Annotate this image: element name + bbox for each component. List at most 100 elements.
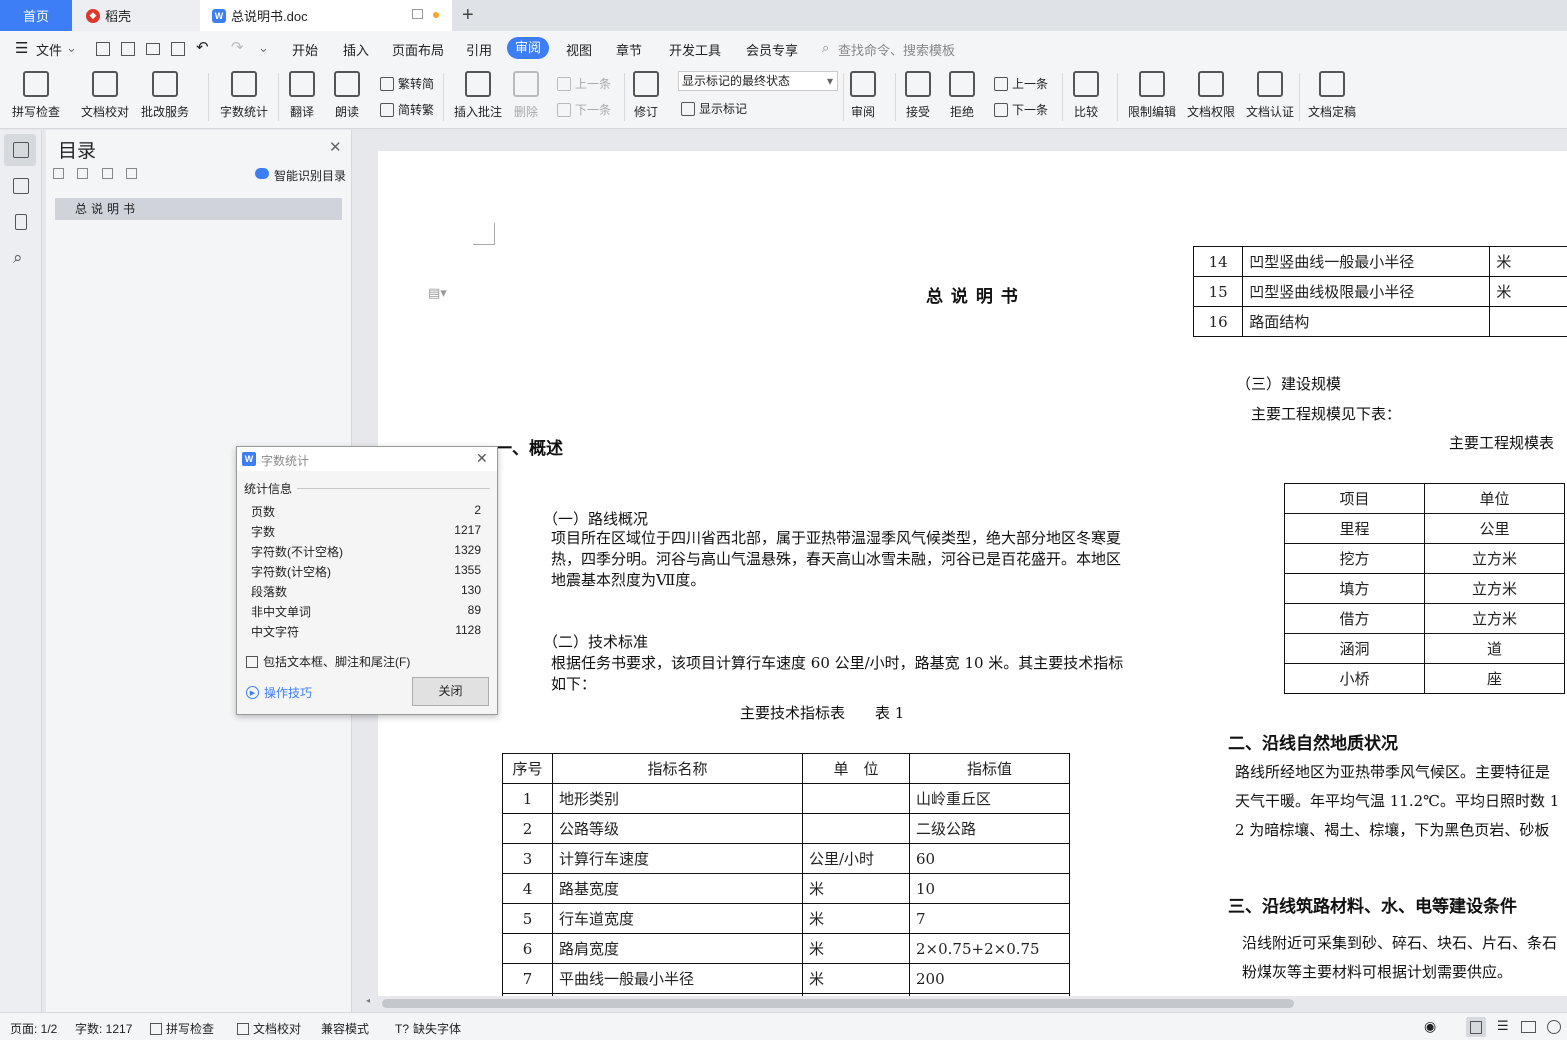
restrict-edit-button[interactable]: 限制编辑 — [1128, 71, 1176, 120]
toc-item[interactable]: 总说明书 — [55, 198, 342, 220]
collapse-all-icon[interactable] — [53, 168, 64, 179]
tips-link[interactable]: ▶ 操作技巧 — [246, 684, 312, 701]
tab-document[interactable]: W 总说明书.doc — [200, 0, 452, 31]
table-cell: 挖方 — [1284, 543, 1425, 574]
tab-daoke[interactable]: ◆ 稻壳 — [72, 0, 200, 31]
menu-view[interactable]: 视图 — [566, 40, 592, 59]
dialog-title-bar[interactable]: W 字数统计 ✕ — [237, 447, 497, 471]
ribbon-divider — [895, 73, 896, 121]
insert-comment-button[interactable]: 插入批注 — [454, 71, 502, 120]
menu-page-layout[interactable]: 页面布局 — [392, 40, 444, 59]
word-count-indicator[interactable]: 字数: 1217 — [75, 1020, 132, 1037]
table-header-cell: 项目 — [1284, 483, 1425, 514]
bookmark-icon[interactable] — [15, 214, 27, 230]
doc-permission-button[interactable]: 文档权限 — [1187, 71, 1235, 120]
search-icon[interactable]: ⌕ — [13, 248, 23, 268]
word-count-button[interactable]: 字数统计 — [220, 71, 268, 120]
review-pane-button[interactable]: 审阅 — [850, 71, 876, 120]
menu-dev-tools[interactable]: 开发工具 — [669, 40, 721, 59]
next-comment-label: 下一条 — [575, 103, 612, 117]
close-icon[interactable]: ✕ — [329, 138, 342, 156]
document-area[interactable]: ▤▾ 总 说 明 书 一、概述 （一）路线概况 项目所在区域位于四川省西北部，属… — [378, 130, 1567, 996]
hamburger-icon[interactable]: ☰ — [15, 39, 28, 57]
undo-icon[interactable]: ↶ — [196, 38, 209, 56]
reject-button[interactable]: 拒绝 — [949, 71, 975, 120]
to-traditional-button[interactable]: 繁转简 — [380, 75, 434, 92]
table-cell: 立方米 — [1424, 603, 1565, 634]
table-row: 16 路面结构 — [1192, 306, 1567, 337]
scroll-left-icon[interactable]: ◂ — [366, 996, 370, 1005]
shield-icon — [1257, 71, 1283, 97]
web-view-icon[interactable] — [1547, 1020, 1561, 1034]
translate-button[interactable]: 翻译 — [289, 71, 315, 120]
menu-review[interactable]: 审阅 — [507, 37, 549, 59]
menu-start[interactable]: 开始 — [292, 40, 318, 59]
menu-reference[interactable]: 引用 — [466, 40, 492, 59]
command-search-input[interactable]: 查找命令、搜索模板 — [838, 40, 955, 59]
compare-button[interactable]: 比较 — [1073, 71, 1099, 120]
insert-comment-icon — [465, 71, 491, 97]
menu-member[interactable]: 会员专享 — [746, 40, 798, 59]
redo-icon[interactable]: ↷ — [231, 38, 244, 56]
prev-change-button[interactable]: 上一条 — [994, 75, 1048, 92]
batch-service-button[interactable]: 批改服务 — [141, 71, 189, 120]
read-view-icon[interactable] — [1521, 1021, 1536, 1033]
doc-proof-status: 文档校对 — [253, 1022, 302, 1036]
export-icon[interactable] — [121, 42, 135, 56]
to-simplified-button[interactable]: 简转繁 — [380, 101, 434, 118]
accept-button[interactable]: 接受 — [905, 71, 931, 120]
remove-level-icon[interactable] — [126, 168, 137, 179]
page-view-icon[interactable] — [1470, 1021, 1482, 1034]
doc-cert-button[interactable]: 文档认证 — [1246, 71, 1294, 120]
new-tab-button[interactable]: + — [462, 0, 482, 31]
toc-icon[interactable] — [13, 142, 29, 158]
markup-state-select[interactable]: 显示标记的最终状态 ▾ — [678, 71, 838, 91]
print-preview-icon[interactable] — [171, 42, 185, 56]
smart-toc-button[interactable]: 智能识别目录 — [274, 167, 346, 184]
table-cell: 二级公路 — [909, 813, 1070, 844]
search-icon: ⌕ — [822, 40, 830, 55]
read-aloud-button[interactable]: 朗读 — [334, 71, 360, 120]
monitor-icon[interactable] — [412, 9, 423, 19]
document-page[interactable]: ▤▾ 总 说 明 书 一、概述 （一）路线概况 项目所在区域位于四川省西北部，属… — [378, 151, 1567, 996]
save-icon[interactable] — [96, 42, 110, 56]
missing-font-button[interactable]: T? 缺失字体 — [395, 1020, 461, 1037]
table-cell: 公里 — [1424, 513, 1565, 544]
paragraph-icon[interactable]: ▤▾ — [428, 285, 447, 301]
expand-up-icon[interactable] — [77, 168, 88, 179]
convert-icon — [380, 102, 394, 117]
table-cell: 路肩宽度 — [552, 933, 803, 964]
tab-home[interactable]: 首页 — [0, 0, 72, 31]
page-indicator[interactable]: 页面: 1/2 — [10, 1020, 57, 1037]
eye-icon[interactable]: ◉ — [1424, 1018, 1436, 1035]
doc-final-button[interactable]: 文档定稿 — [1308, 71, 1356, 120]
track-changes-button[interactable]: 修订 — [633, 71, 659, 120]
spell-check-toggle[interactable]: 拼写检查 — [150, 1020, 214, 1037]
outline-view-icon[interactable]: ☰ — [1497, 1018, 1509, 1034]
next-change-button[interactable]: 下一条 — [994, 101, 1048, 118]
close-icon[interactable]: ✕ — [476, 450, 488, 467]
delete-comment-button[interactable]: 删除 — [513, 71, 539, 120]
horizontal-scrollbar[interactable] — [378, 996, 1567, 1012]
menu-section[interactable]: 章节 — [616, 40, 642, 59]
section-standard-title: （二）技术标准 — [543, 633, 649, 651]
include-textbox-checkbox[interactable]: 包括文本框、脚注和尾注(F) — [246, 653, 410, 670]
menu-file[interactable]: 文件 — [36, 40, 62, 59]
table-cell: 凹型竖曲线极限最小半径 — [1242, 276, 1491, 307]
doc-proof-button[interactable]: 文档校对 — [81, 71, 129, 120]
spell-check-button[interactable]: 拼写检查 — [12, 71, 60, 120]
print-icon[interactable] — [146, 43, 160, 55]
show-marks-button[interactable]: 显示标记 — [681, 100, 747, 117]
menu-insert[interactable]: 插入 — [343, 40, 369, 59]
doc-proof-toggle[interactable]: 文档校对 — [237, 1020, 301, 1037]
quick-access-dropdown-icon[interactable]: ⌄ — [258, 40, 269, 56]
ribbon-divider — [1299, 73, 1300, 121]
chevron-down-icon[interactable]: ⌄ — [66, 40, 77, 56]
add-level-icon[interactable] — [102, 168, 113, 179]
scrollbar-thumb[interactable] — [382, 999, 1294, 1008]
next-comment-button[interactable]: 下一条 — [557, 101, 611, 118]
outline-icon[interactable] — [13, 178, 29, 194]
close-button[interactable]: 关闭 — [412, 677, 489, 706]
stat-label: 字符数(不计空格) — [251, 545, 343, 559]
prev-comment-button[interactable]: 上一条 — [557, 75, 611, 92]
